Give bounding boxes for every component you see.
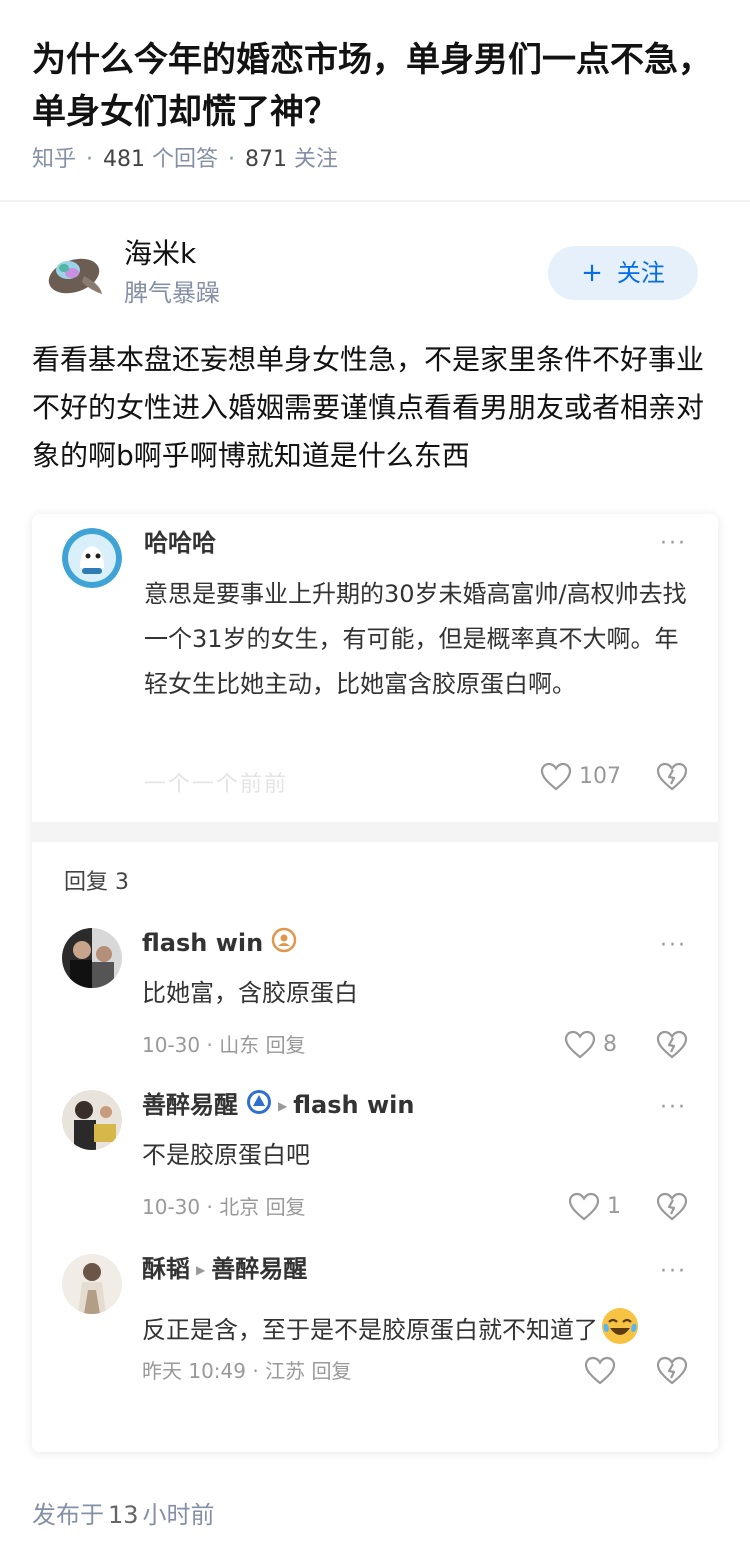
reply-link[interactable]: 回复 [266,1033,306,1057]
commenter-name[interactable]: 哈哈哈 [144,526,216,560]
answer-text: 看看基本盘还妄想单身女性急，不是家里条件不好事业不好的女性进入婚姻需要谨慎点看看… [32,343,705,472]
reply-avatar[interactable] [62,1090,122,1150]
verified-badge-icon [246,1089,272,1124]
card-gap [32,822,718,842]
question-meta: 知乎 · 481 个回答 · 871 关注 [32,147,339,172]
author-bio: 脾气暴躁 [124,279,220,307]
heart-icon [568,1192,600,1221]
follower-count: 871 [245,147,288,172]
dislike-button[interactable] [656,1192,688,1222]
like-button[interactable] [584,1356,616,1386]
heart-icon [564,1030,596,1059]
reply-avatar[interactable] [62,928,122,988]
plus-icon: + [581,258,603,288]
laughing-crying-emoji-icon [600,1306,640,1356]
reply-text: 不是胶原蛋白吧 [142,1141,310,1169]
author-name[interactable]: 海米k [124,234,196,274]
answer-count: 481 [103,147,146,172]
reply-text: 反正是含，至于是不是胶原蛋白就不知道了 [142,1306,640,1356]
reply-arrow-icon: ▶ [278,1099,288,1113]
more-icon[interactable]: ··· [660,1097,687,1119]
follower-count-label: 关注 [294,147,339,172]
follow-label: 关注 [616,259,665,287]
dislike-button[interactable] [656,1030,688,1060]
heart-icon [540,762,572,791]
commenter-avatar[interactable] [62,528,122,588]
user-badge-icon [271,927,297,962]
like-button[interactable]: 8 [564,1030,617,1060]
more-icon[interactable]: ··· [660,935,687,957]
replies-count: 回复 3 [64,870,129,895]
reply-text: 比她富，含胶原蛋白 [142,979,358,1007]
like-button[interactable]: 1 [568,1192,621,1222]
dislike-button[interactable] [656,762,688,792]
reply-name[interactable]: flash win [142,926,297,962]
author-avatar[interactable] [44,246,108,302]
reply-to-name[interactable]: flash win [293,1091,414,1119]
like-count: 107 [579,764,621,789]
more-icon[interactable]: ··· [660,533,687,555]
heart-icon [584,1356,616,1385]
like-count: 1 [607,1194,621,1219]
comment-text: 意思是要事业上升期的30岁未婚高富帅/高权帅去找一个31岁的女生，有可能，但是概… [144,580,687,698]
answer-count-label: 个回答 [152,147,219,172]
comment-card: 哈哈哈 ··· 意思是要事业上升期的30岁未婚高富帅/高权帅去找一个31岁的女生… [32,514,718,1452]
question-title[interactable]: 为什么今年的婚恋市场，单身男们一点不急，单身女们却慌了神？ [32,34,722,138]
reply-name[interactable]: 善醉易醒 ▶ flash win [142,1088,414,1124]
reply-to-name[interactable]: 善醉易醒 [211,1255,307,1283]
source-label[interactable]: 知乎 [32,147,76,172]
reply-arrow-icon: ▶ [196,1263,206,1277]
more-icon[interactable]: ··· [660,1261,687,1283]
reply-name[interactable]: 酥韬 ▶ 善醉易醒 [142,1252,307,1287]
reply-meta: 昨天 10:49 · 江苏 回复 [142,1359,352,1383]
divider [0,200,750,202]
faded-text: 一个一个前前 [144,772,289,797]
broken-heart-icon [656,1356,688,1385]
reply-meta: 10-30 · 北京 回复 [142,1195,306,1219]
dislike-button[interactable] [656,1356,688,1386]
follow-button[interactable]: + 关注 [548,246,698,300]
broken-heart-icon [656,762,688,791]
reply-link[interactable]: 回复 [266,1195,306,1219]
reply-link[interactable]: 回复 [311,1359,351,1383]
like-button[interactable]: 107 [540,762,621,792]
broken-heart-icon [656,1192,688,1221]
broken-heart-icon [656,1030,688,1059]
like-count: 8 [603,1032,617,1057]
reply-meta: 10-30 · 山东 回复 [142,1033,306,1057]
reply-avatar[interactable] [62,1254,122,1314]
published-time: 发布于 13 小时前 [32,1501,215,1529]
